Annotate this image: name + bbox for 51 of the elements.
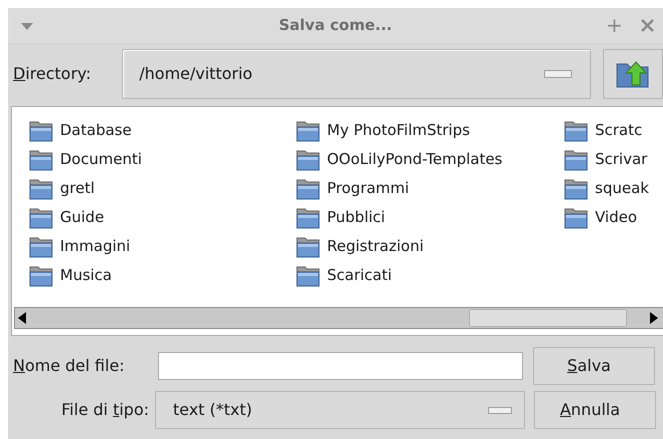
folder-name[interactable]: Video <box>595 206 638 229</box>
menu-caret-icon[interactable] <box>21 23 33 30</box>
folder-icon <box>296 178 321 200</box>
scrollbar-thumb[interactable] <box>469 309 627 327</box>
folder-icon <box>29 120 54 142</box>
folder-name[interactable]: Pubblici <box>327 206 386 229</box>
folder-up-arrow-icon <box>616 59 650 89</box>
horizontal-scrollbar[interactable] <box>14 307 663 329</box>
folder-name[interactable]: Musica <box>60 264 112 287</box>
folder-name[interactable]: Scaricati <box>327 264 392 287</box>
filetype-dropdown[interactable]: text (*txt) <box>155 391 525 429</box>
folder-icon <box>564 206 589 228</box>
folder-icon <box>296 236 321 258</box>
folder-name[interactable]: Programmi <box>327 177 410 200</box>
filename-field[interactable] <box>158 352 523 380</box>
folder-name[interactable]: Database <box>60 119 132 142</box>
folder-icon <box>296 148 321 170</box>
folder-icon <box>29 264 54 286</box>
folder-name[interactable]: Scratc <box>595 119 642 142</box>
dropdown-handle-icon <box>544 70 572 78</box>
folder-name[interactable]: Documenti <box>60 148 142 171</box>
folder-icon <box>564 178 589 200</box>
save-button[interactable]: Salva <box>533 347 655 385</box>
directory-label: Directory: <box>13 63 92 85</box>
folder-name[interactable]: OOoLilyPond-Templates <box>327 148 502 171</box>
folder-icon <box>296 206 321 228</box>
folder-name[interactable]: My PhotoFilmStrips <box>327 119 470 142</box>
folder-name[interactable]: gretl <box>60 177 95 200</box>
close-icon[interactable] <box>641 19 654 32</box>
folder-name[interactable]: Guide <box>60 206 104 229</box>
folder-icon <box>296 264 321 286</box>
directory-dropdown[interactable]: /home/vittorio <box>122 49 592 99</box>
window-title: Salva come... <box>278 15 392 36</box>
folder-icon <box>564 148 589 170</box>
scroll-right-icon[interactable] <box>650 312 658 324</box>
folder-icon <box>29 148 54 170</box>
folder-name[interactable]: squeak <box>595 177 649 200</box>
dropdown-handle-icon <box>488 406 512 414</box>
folder-icon <box>296 120 321 142</box>
cancel-button[interactable]: Annulla <box>534 391 656 429</box>
folder-name[interactable]: Immagini <box>60 235 130 258</box>
folder-icon <box>29 236 54 258</box>
parent-directory-button[interactable] <box>603 49 663 99</box>
scroll-left-icon[interactable] <box>18 312 26 324</box>
folder-name[interactable]: Scrivar <box>595 148 648 171</box>
filetype-label: File di tipo: <box>60 399 150 421</box>
filename-label: Nome del file: <box>13 355 126 377</box>
folder-icon <box>29 178 54 200</box>
folder-name[interactable]: Registrazioni <box>327 235 424 258</box>
folder-icon <box>564 120 589 142</box>
folder-icon <box>29 206 54 228</box>
